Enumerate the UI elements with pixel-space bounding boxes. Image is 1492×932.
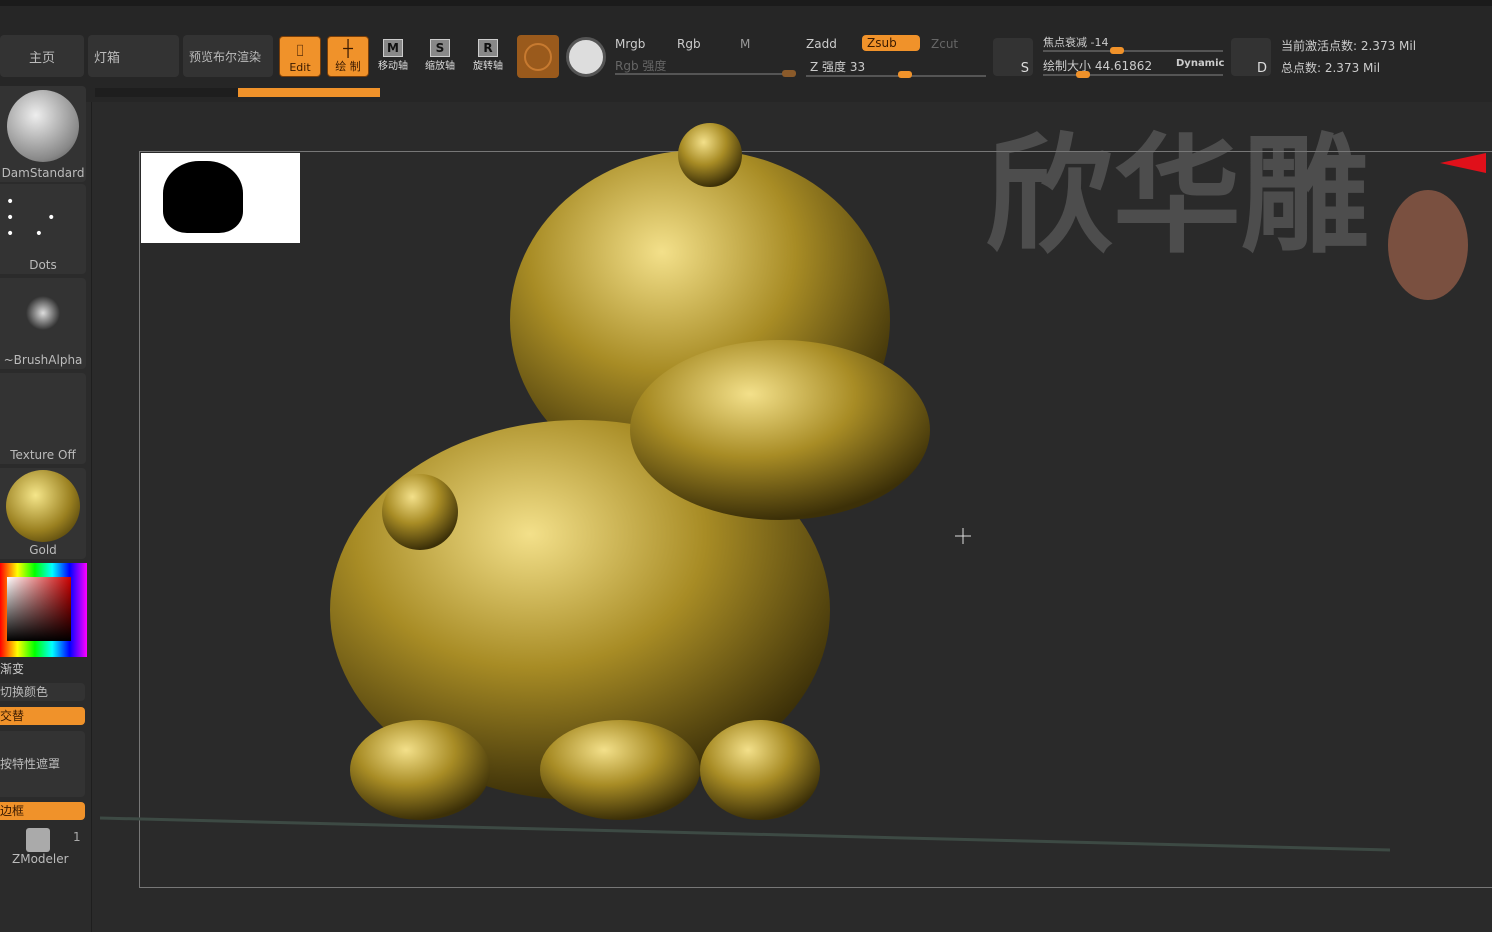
navigation-figure <box>1388 190 1468 300</box>
viewport-model[interactable] <box>0 0 1492 932</box>
gizmo-x-axis <box>1440 153 1486 173</box>
floor-grid-line <box>99 816 1391 852</box>
model-head-ball <box>678 123 742 187</box>
model-leg <box>350 720 490 820</box>
model-leg <box>700 720 820 820</box>
model-tail-ball <box>382 474 458 550</box>
model-leg <box>540 720 700 820</box>
cursor-crosshair <box>955 528 971 544</box>
model-mane <box>630 340 930 520</box>
